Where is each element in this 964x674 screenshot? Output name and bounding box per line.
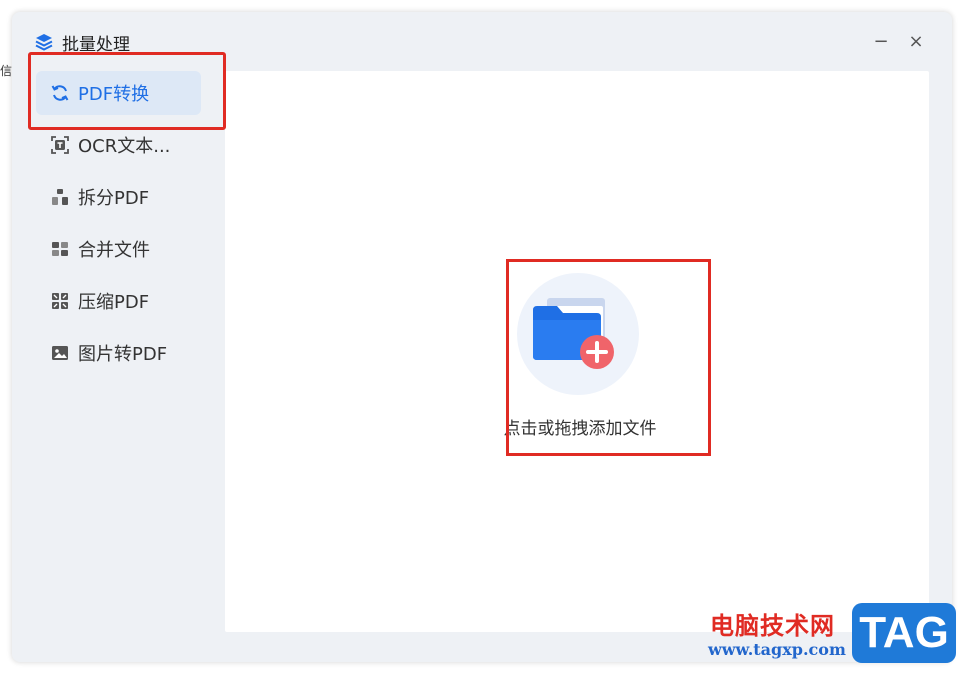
edge-text-fragment: 信	[0, 64, 12, 78]
sidebar-item-image-to-pdf[interactable]: 图片转PDF	[36, 331, 201, 375]
sidebar-item-pdf-convert[interactable]: PDF转换	[36, 71, 201, 115]
sidebar-item-merge-files[interactable]: 合并文件	[36, 227, 201, 271]
sidebar: PDF转换 OCR文本... 拆分PDF 合并文件 压缩PDF 图片转PDF	[12, 64, 222, 662]
image-icon	[50, 343, 70, 363]
close-button[interactable]: ×	[904, 30, 928, 54]
drop-zone-label: 点击或拖拽添加文件	[503, 419, 657, 439]
ocr-text-icon	[50, 135, 70, 155]
sidebar-item-label: PDF转换	[78, 84, 150, 105]
sidebar-item-label: OCR文本...	[78, 136, 171, 157]
sidebar-item-label: 图片转PDF	[78, 344, 168, 365]
watermark-text: 电脑技术网	[710, 612, 835, 640]
layers-icon	[35, 34, 53, 51]
sidebar-item-split-pdf[interactable]: 拆分PDF	[36, 175, 201, 219]
sidebar-item-compress-pdf[interactable]: 压缩PDF	[36, 279, 201, 323]
merge-icon	[50, 239, 70, 259]
compress-icon	[50, 291, 70, 311]
main-content-area: 点击或拖拽添加文件	[225, 71, 929, 632]
minimize-button[interactable]: −	[869, 30, 893, 54]
title-bar: 批量处理 − ×	[12, 12, 952, 64]
folder-add-icon	[533, 298, 614, 369]
file-drop-zone[interactable]: 点击或拖拽添加文件	[495, 266, 695, 456]
batch-process-window: 批量处理 − × PDF转换 OCR文本... 拆分PDF 合并文件 压缩PDF…	[12, 12, 952, 662]
sidebar-item-label: 压缩PDF	[78, 292, 150, 313]
sidebar-item-ocr[interactable]: OCR文本...	[36, 123, 201, 167]
sidebar-item-label: 合并文件	[78, 240, 150, 261]
split-icon	[50, 187, 70, 207]
sidebar-item-label: 拆分PDF	[78, 188, 150, 209]
window-title: 批量处理	[62, 35, 130, 55]
watermark-badge: TAG	[852, 603, 956, 663]
refresh-icon	[50, 83, 70, 103]
watermark-url: www.tagxp.com	[708, 640, 846, 659]
